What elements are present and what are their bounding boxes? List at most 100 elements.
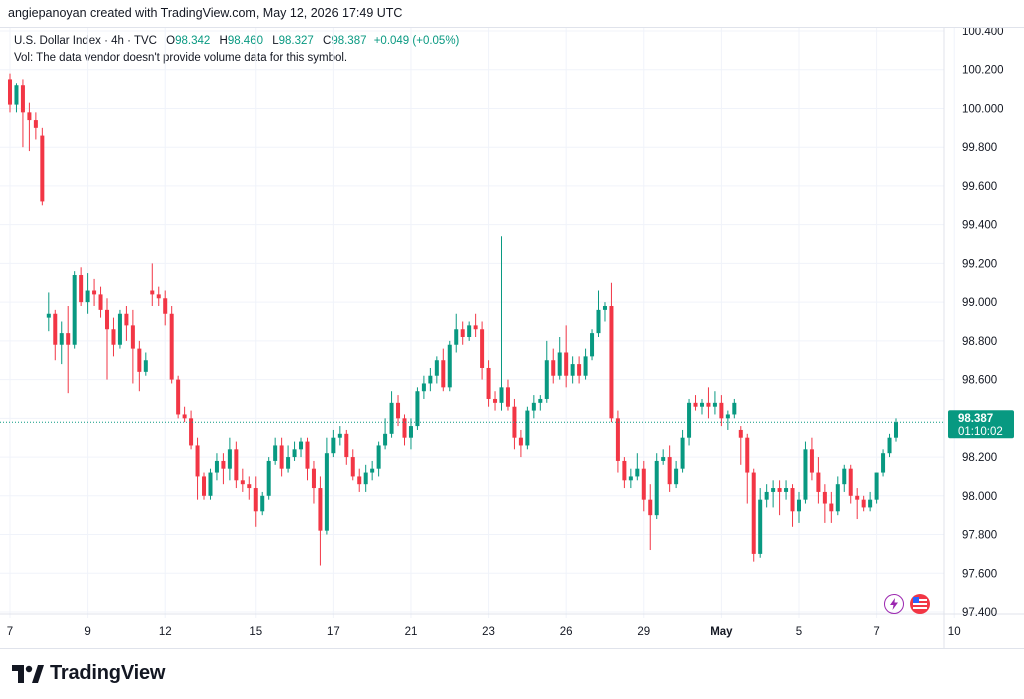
candle-body xyxy=(105,309,110,330)
candle-body xyxy=(544,360,549,399)
candle-body xyxy=(357,476,362,485)
candle-body xyxy=(887,437,892,454)
candle-body xyxy=(98,294,103,310)
candle xyxy=(609,282,614,423)
candle xyxy=(130,309,135,384)
candle xyxy=(596,290,601,337)
candle-body xyxy=(538,398,543,403)
price-axis[interactable]: 97.40097.60097.80098.00098.20098.40098.6… xyxy=(962,28,1004,619)
candle xyxy=(266,457,271,500)
price-tick-label: 100.000 xyxy=(962,103,1004,115)
price-tick-label: 99.600 xyxy=(962,181,997,193)
candle xyxy=(680,429,685,473)
candle-body xyxy=(738,429,743,438)
candle-body xyxy=(590,333,595,357)
candle-body xyxy=(260,495,265,512)
candle-body xyxy=(480,329,485,368)
candle xyxy=(622,457,627,489)
candle-body xyxy=(195,445,200,477)
price-tick-label: 100.200 xyxy=(962,65,1004,77)
candle-body xyxy=(822,491,827,504)
candle-body xyxy=(557,352,562,376)
candle xyxy=(370,460,375,481)
candle-body xyxy=(751,472,756,554)
candle-body xyxy=(848,468,853,496)
candle-body xyxy=(72,275,77,345)
candle xyxy=(719,395,724,427)
candle-body xyxy=(383,433,388,446)
candle-body xyxy=(137,348,142,372)
candle xyxy=(27,102,32,152)
time-tick-label: 10 xyxy=(948,626,961,638)
candle-body xyxy=(318,488,323,531)
candle-body xyxy=(674,468,679,485)
candle-body xyxy=(40,135,45,202)
candle-body xyxy=(20,85,25,113)
candle xyxy=(350,449,355,481)
tradingview-logo-icon xyxy=(12,664,44,683)
time-tick-label: 23 xyxy=(482,626,495,638)
candle-body xyxy=(467,325,472,337)
time-tick-label: 26 xyxy=(560,626,573,638)
candle-body xyxy=(156,294,161,299)
candle-body xyxy=(661,457,666,461)
candle xyxy=(887,433,892,458)
candle xyxy=(33,112,38,140)
candle-body xyxy=(609,306,614,419)
candle-body xyxy=(829,503,834,512)
candle xyxy=(441,348,446,392)
price-chart[interactable]: 97.40097.60097.80098.00098.20098.40098.6… xyxy=(0,28,1024,648)
candle-body xyxy=(732,402,737,415)
candle-body xyxy=(687,402,692,438)
candle-body xyxy=(59,333,64,345)
candle xyxy=(551,348,556,384)
price-tick-label: 97.600 xyxy=(962,568,997,580)
candle xyxy=(493,391,498,411)
candle xyxy=(273,437,278,465)
candle xyxy=(376,441,381,477)
candle xyxy=(324,437,329,535)
time-tick-label: 9 xyxy=(84,626,90,638)
candle-body xyxy=(790,488,795,512)
candle xyxy=(40,127,45,206)
candle-body xyxy=(725,414,730,419)
candle xyxy=(771,480,776,508)
candle-body xyxy=(111,329,116,345)
candle xyxy=(557,336,562,380)
candle-body xyxy=(712,402,717,407)
candle-body xyxy=(421,383,426,392)
candle xyxy=(816,457,821,504)
last-price-marker: 98.38701:10:02 xyxy=(0,410,1014,439)
price-tick-label: 99.000 xyxy=(962,297,997,309)
candle xyxy=(628,468,633,489)
candle xyxy=(337,426,342,446)
candle xyxy=(848,464,853,504)
candle xyxy=(227,437,232,481)
candle-body xyxy=(266,460,271,496)
candle xyxy=(454,313,459,353)
candle xyxy=(745,433,750,504)
candle xyxy=(764,484,769,508)
candle-body xyxy=(402,418,407,438)
candle xyxy=(648,484,653,551)
candle-body xyxy=(460,329,465,337)
candle xyxy=(835,476,840,516)
candle-body xyxy=(855,495,860,500)
candle-body xyxy=(809,449,814,473)
us-flag-icon[interactable] xyxy=(910,594,930,614)
brand-logo[interactable]: TradingView xyxy=(12,662,165,685)
candle-body xyxy=(881,453,886,473)
candle-body xyxy=(777,488,782,492)
candle-body xyxy=(299,441,304,450)
candle xyxy=(706,387,711,419)
candle-body xyxy=(706,402,711,407)
time-axis[interactable]: 7912151721232629May571013 xyxy=(7,626,1024,638)
candle xyxy=(79,267,84,307)
candle xyxy=(590,329,595,361)
candle-body xyxy=(247,484,252,489)
price-tick-label: 97.800 xyxy=(962,530,997,542)
lightning-icon[interactable] xyxy=(884,594,904,614)
candle-body xyxy=(505,387,510,407)
candle xyxy=(512,398,517,450)
candle-body xyxy=(85,290,90,303)
